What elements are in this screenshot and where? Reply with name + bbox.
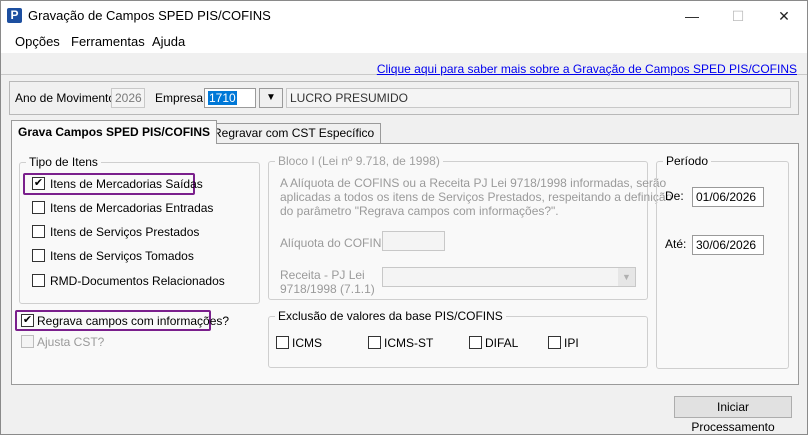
ate-date-field[interactable]: 30/06/2026 <box>692 235 764 255</box>
menu-ajuda[interactable]: Ajuda <box>152 34 185 49</box>
label-icms: ICMS <box>292 336 322 350</box>
label-difal: DIFAL <box>485 336 519 350</box>
label-mercadorias-saidas: Itens de Mercadorias Saídas <box>50 177 203 191</box>
de-date-field[interactable]: 01/06/2026 <box>692 187 764 207</box>
tab-regravar-cst[interactable]: Regravar com CST Específico <box>206 123 382 143</box>
de-label: De: <box>665 189 684 203</box>
receita-select: ▼ <box>382 267 636 287</box>
menu-opcoes[interactable]: Opções <box>15 34 60 49</box>
bloco-desc-line-1: A Alíquota de COFINS ou a Receita PJ Lei… <box>280 176 667 190</box>
checkbox-mercadorias-saidas[interactable]: ✔ <box>32 177 45 190</box>
empresa-field[interactable]: 1710 <box>204 88 256 108</box>
minimize-icon[interactable]: — <box>669 1 715 31</box>
aliquota-label: Alíquota do COFINS <box>280 236 390 250</box>
checkbox-servicos-tomados[interactable] <box>32 249 45 262</box>
bloco-i-group: Bloco I (Lei nº 9.718, de 1998) A Alíquo… <box>268 154 672 300</box>
label-servicos-prestados: Itens de Serviços Prestados <box>50 225 200 239</box>
receita-label-line-2: 9718/1998 (7.1.1) <box>280 282 375 296</box>
title-bar: P Gravação de Campos SPED PIS/COFINS — ☐… <box>1 1 807 31</box>
menu-ferramentas[interactable]: Ferramentas <box>71 34 145 49</box>
bloco-desc-line-3: do parâmetro "Regrava campos com informa… <box>280 204 559 218</box>
menu-bar: Opções Ferramentas Ajuda <box>1 31 807 53</box>
help-link[interactable]: Clique aqui para saber mais sobre a Grav… <box>377 62 797 76</box>
tipo-itens-legend: Tipo de Itens <box>26 155 101 169</box>
checkbox-regrava-campos[interactable]: ✔ <box>21 314 34 327</box>
label-icms-st: ICMS-ST <box>384 336 434 350</box>
periodo-group: Período De: 01/06/2026 Até: 30/06/2026 <box>656 154 789 369</box>
ano-field: 2026 <box>111 88 145 108</box>
empresa-label: Empresa: <box>155 91 207 105</box>
label-servicos-tomados: Itens de Serviços Tomados <box>50 249 194 263</box>
app-logo-icon: P <box>7 8 22 23</box>
exclusao-legend: Exclusão de valores da base PIS/COFINS <box>275 309 506 323</box>
label-ajusta-cst: Ajusta CST? <box>37 335 105 349</box>
maximize-icon: ☐ <box>731 7 745 24</box>
window-title: Gravação de Campos SPED PIS/COFINS <box>28 8 271 23</box>
checkbox-icms[interactable] <box>276 336 289 349</box>
app-window: P Gravação de Campos SPED PIS/COFINS — ☐… <box>0 0 808 435</box>
tab-grava-campos[interactable]: Grava Campos SPED PIS/COFINS <box>11 120 218 144</box>
bloco-i-legend: Bloco I (Lei nº 9.718, de 1998) <box>275 154 443 168</box>
empresa-value: 1710 <box>208 91 237 105</box>
label-mercadorias-entradas: Itens de Mercadorias Entradas <box>50 201 214 215</box>
tipo-itens-group: Tipo de Itens ✔ Itens de Mercadorias Saí… <box>19 155 260 304</box>
label-ipi: IPI <box>564 336 579 350</box>
ate-label: Até: <box>665 237 687 251</box>
periodo-legend: Período <box>663 154 712 168</box>
bloco-desc-line-2: aplicadas a todos os itens de Serviços P… <box>280 190 673 204</box>
ano-label: Ano de Movimento: <box>15 91 119 105</box>
label-rmd-documentos: RMD-Documentos Relacionados <box>50 274 225 288</box>
checkbox-ajusta-cst <box>21 335 34 348</box>
iniciar-processamento-button[interactable]: Iniciar Processamento <box>674 396 792 434</box>
close-icon[interactable]: ✕ <box>761 1 807 31</box>
exclusao-group: Exclusão de valores da base PIS/COFINS I… <box>268 309 648 368</box>
checkbox-ipi[interactable] <box>548 336 561 349</box>
header-panel: Ano de Movimento: 2026 Empresa: 1710 ▼ L… <box>9 81 799 115</box>
receita-label-line-1: Receita - PJ Lei <box>280 268 365 282</box>
chevron-down-icon: ▼ <box>618 268 635 286</box>
tab-content: Tipo de Itens ✔ Itens de Mercadorias Saí… <box>11 143 799 385</box>
chevron-down-icon: ▼ <box>266 92 276 103</box>
checkbox-icms-st[interactable] <box>368 336 381 349</box>
checkbox-rmd-documentos[interactable] <box>32 274 45 287</box>
checkbox-mercadorias-entradas[interactable] <box>32 201 45 214</box>
regime-field: LUCRO PRESUMIDO <box>286 88 791 108</box>
empresa-dropdown-button[interactable]: ▼ <box>259 88 283 108</box>
checkbox-servicos-prestados[interactable] <box>32 225 45 238</box>
checkbox-difal[interactable] <box>469 336 482 349</box>
label-regrava-campos: Regrava campos com informações? <box>37 314 230 328</box>
aliquota-field <box>382 231 445 251</box>
